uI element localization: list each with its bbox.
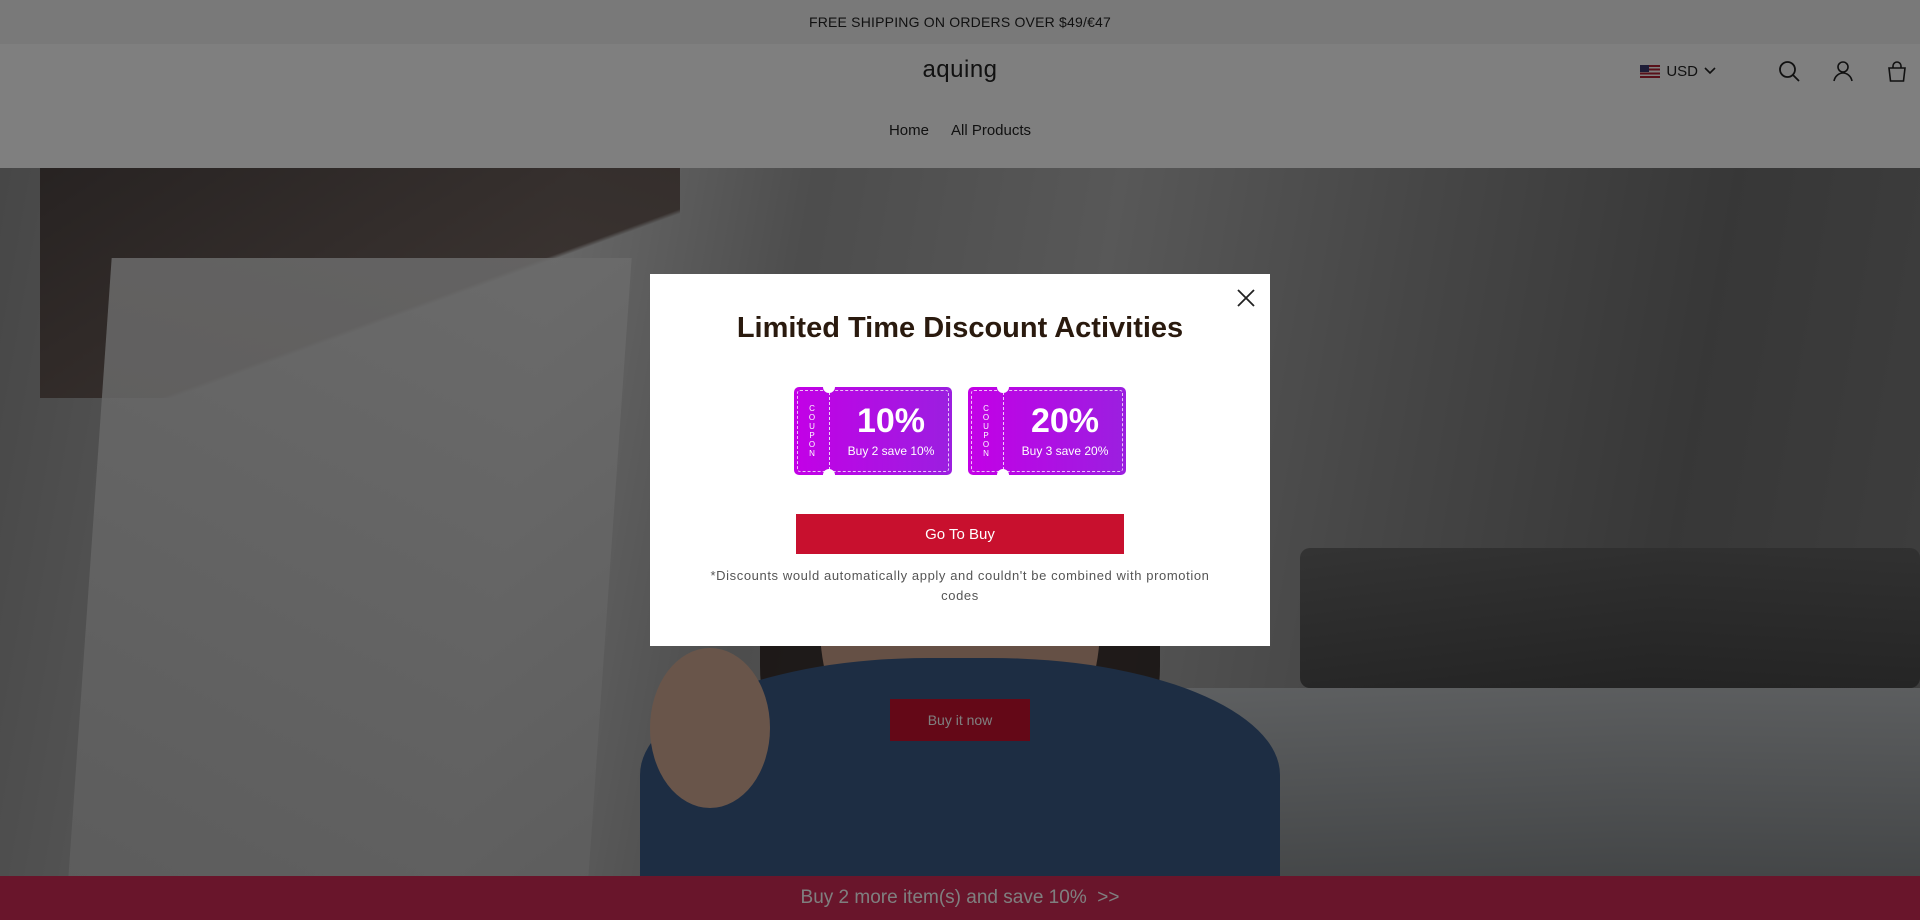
coupon-stub-label: COUPON — [981, 404, 991, 458]
coupon-body: 20% Buy 3 save 20% — [1004, 387, 1126, 475]
discount-modal: Limited Time Discount Activities COUPON … — [650, 274, 1270, 646]
close-icon[interactable] — [1234, 286, 1258, 310]
coupon-body: 10% Buy 2 save 10% — [830, 387, 952, 475]
modal-title: Limited Time Discount Activities — [736, 312, 1184, 344]
coupon-stub-label: COUPON — [807, 404, 817, 458]
go-to-buy-button[interactable]: Go To Buy — [796, 514, 1124, 554]
coupon-percent: 20% — [1030, 402, 1100, 440]
coupon-description: Buy 2 save 10% — [847, 444, 935, 458]
coupon-stub: COUPON — [794, 386, 835, 476]
coupon-stub: COUPON — [968, 386, 1009, 476]
coupon-card: COUPON 20% Buy 3 save 20% — [968, 386, 1126, 476]
coupon-list: COUPON 10% Buy 2 save 10% COUPON 20% Buy… — [650, 386, 1270, 476]
coupon-card: COUPON 10% Buy 2 save 10% — [794, 386, 952, 476]
coupon-description: Buy 3 save 20% — [1021, 444, 1109, 458]
coupon-percent: 10% — [856, 402, 926, 440]
discount-disclaimer: *Discounts would automatically apply and… — [710, 568, 1210, 603]
